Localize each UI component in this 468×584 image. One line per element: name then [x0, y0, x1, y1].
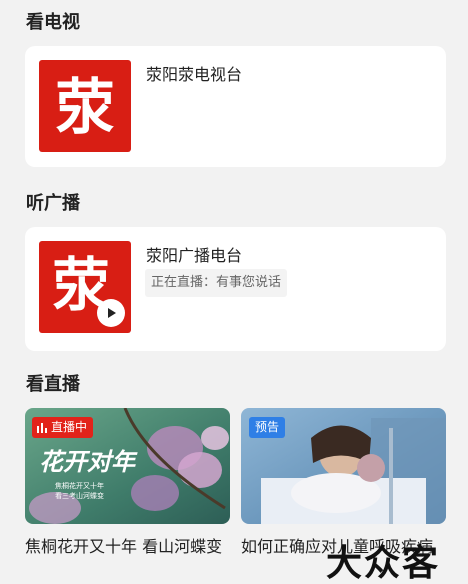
live-thumbnail[interactable]: 预告 — [241, 408, 446, 524]
station-logo: 荥 — [39, 60, 131, 152]
watermark: 大众客 — [326, 542, 441, 584]
live-badge-label: 直播中 — [51, 420, 88, 434]
play-icon[interactable] — [97, 299, 125, 327]
station-logo: 荥 — [39, 241, 131, 333]
live-caption[interactable]: 焦桐花开又十年 看山河蝶变 — [25, 534, 230, 559]
live-thumbnail[interactable]: 花开对年 焦桐花开又十年 看三考山河蝶变 直播中 — [25, 408, 230, 524]
radio-station-card[interactable]: 荥 荥阳广播电台 正在直播：有事您说话 — [25, 227, 446, 351]
live-bars-icon — [37, 422, 47, 433]
tv-station-card[interactable]: 荥 荥阳荥电视台 — [25, 46, 446, 167]
svg-text:看三考山河蝶变: 看三考山河蝶变 — [55, 491, 104, 500]
radio-station-name: 荥阳广播电台 — [146, 246, 243, 265]
section-title-live: 看直播 — [26, 374, 80, 395]
station-logo-glyph-icon: 荥 — [55, 73, 115, 143]
live-badge: 直播中 — [32, 417, 94, 438]
live-item[interactable]: 花开对年 焦桐花开又十年 看三考山河蝶变 直播中 焦桐花开又十年 看山河蝶变 — [25, 408, 230, 559]
svg-text:花开对年: 花开对年 — [39, 447, 138, 476]
tv-station-name: 荥阳荥电视台 — [146, 65, 243, 84]
preview-badge: 预告 — [249, 417, 286, 438]
svg-text:焦桐花开又十年: 焦桐花开又十年 — [55, 481, 104, 490]
section-title-tv: 看电视 — [26, 12, 80, 33]
svg-text:荥: 荥 — [55, 73, 115, 143]
section-title-radio: 听广播 — [26, 193, 80, 214]
now-playing-label: 正在直播：有事您说话 — [145, 269, 288, 297]
